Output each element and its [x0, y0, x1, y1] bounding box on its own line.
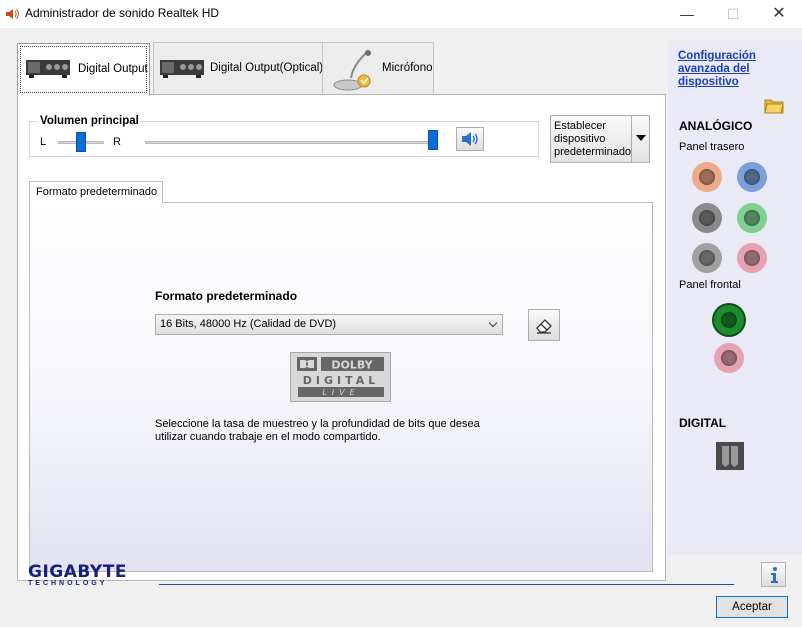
volume-title: Volumen principal: [38, 115, 141, 127]
tab-microfono[interactable]: Micrófono: [322, 42, 434, 94]
analog-title: ANALÓGICO: [679, 119, 753, 133]
dolby-logo-icon: DOLBY DIGITAL LIVE: [297, 357, 384, 397]
dropdown-arrow-icon[interactable]: [631, 116, 649, 162]
dolby-word: DOLBY: [331, 359, 373, 372]
tab-digital-output-optical[interactable]: Digital Output(Optical): [153, 42, 323, 94]
format-title: Formato predeterminado: [155, 289, 298, 303]
rear-jack-green[interactable]: [737, 203, 767, 233]
footer-divider: [159, 584, 734, 585]
speaker-icon: [462, 132, 478, 146]
format-select[interactable]: 16 Bits, 48000 Hz (Calidad de DVD): [155, 314, 503, 335]
rear-jack-orange[interactable]: [692, 162, 722, 192]
folder-icon[interactable]: [764, 96, 784, 114]
rear-jack-silver[interactable]: [692, 243, 722, 273]
format-selected-value: 16 Bits, 48000 Hz (Calidad de DVD): [160, 318, 337, 330]
window-title: Administrador de sonido Realtek HD: [25, 6, 220, 20]
balance-slider[interactable]: [76, 132, 86, 152]
format-panel: Formato predeterminado 16 Bits, 48000 Hz…: [29, 202, 653, 572]
connector-panel: Configuración avanzada del dispositivo A…: [668, 40, 802, 555]
tab-label: Digital Output(Optical): [210, 62, 324, 74]
dolby-digital-live-logo: DOLBY DIGITAL LIVE: [290, 352, 391, 402]
tab-digital-output[interactable]: Digital Output: [17, 43, 150, 96]
audio-device-icon: [160, 60, 204, 78]
brand-name: GIGABYTE: [28, 562, 127, 582]
speaker-icon: [6, 9, 19, 19]
rear-jack-gray[interactable]: [692, 203, 722, 233]
info-button[interactable]: [761, 562, 786, 587]
mute-button[interactable]: [456, 127, 484, 151]
rear-jack-blue[interactable]: [737, 162, 767, 192]
right-label: R: [113, 136, 121, 148]
maximize-button[interactable]: ☐: [710, 0, 756, 28]
front-jack-green[interactable]: [714, 305, 744, 335]
minimize-button[interactable]: —: [664, 0, 710, 28]
main-panel: Volumen principal L R Establecer disposi…: [17, 94, 666, 581]
rear-panel-label: Panel trasero: [679, 141, 745, 153]
digital-word: DIGITAL: [303, 374, 380, 387]
gigabyte-logo: GIGABYTE TECHNOLOGY: [28, 562, 127, 587]
optical-port-icon[interactable]: [716, 442, 744, 470]
client-area: Digital Output(Optical) Micrófono Volume…: [0, 28, 802, 627]
tab-formato-predeterminado[interactable]: Formato predeterminado: [29, 181, 163, 203]
live-word: LIVE: [322, 388, 359, 397]
set-default-label: Establecer dispositivo predeterminado: [554, 120, 632, 158]
audio-device-icon: [26, 60, 70, 78]
volume-group: Volumen principal L R: [29, 115, 539, 157]
advanced-settings-link[interactable]: Configuración avanzada del dispositivo: [678, 50, 778, 89]
eraser-icon: [536, 319, 552, 334]
format-help-text: Seleccione la tasa de muestreo y la prof…: [155, 418, 480, 443]
master-volume-slider[interactable]: [428, 130, 438, 150]
rear-jack-pink[interactable]: [737, 243, 767, 273]
info-icon: [771, 567, 778, 583]
tab-label: Digital Output: [78, 63, 148, 75]
tab-label: Micrófono: [382, 62, 433, 74]
left-label: L: [40, 136, 47, 148]
reset-format-button[interactable]: [528, 309, 560, 341]
chevron-down-icon: [488, 318, 498, 328]
close-button[interactable]: ✕: [756, 0, 802, 28]
front-jack-pink[interactable]: [714, 343, 744, 373]
front-panel-label: Panel frontal: [679, 279, 741, 291]
title-bar: Administrador de sonido Realtek HD — ☐ ✕: [0, 0, 802, 28]
digital-title: DIGITAL: [679, 416, 727, 430]
set-default-device-button[interactable]: Establecer dispositivo predeterminado: [550, 115, 650, 163]
microphone-icon: [333, 50, 371, 91]
accept-button[interactable]: Aceptar: [716, 596, 788, 618]
master-volume-track: [145, 141, 435, 144]
